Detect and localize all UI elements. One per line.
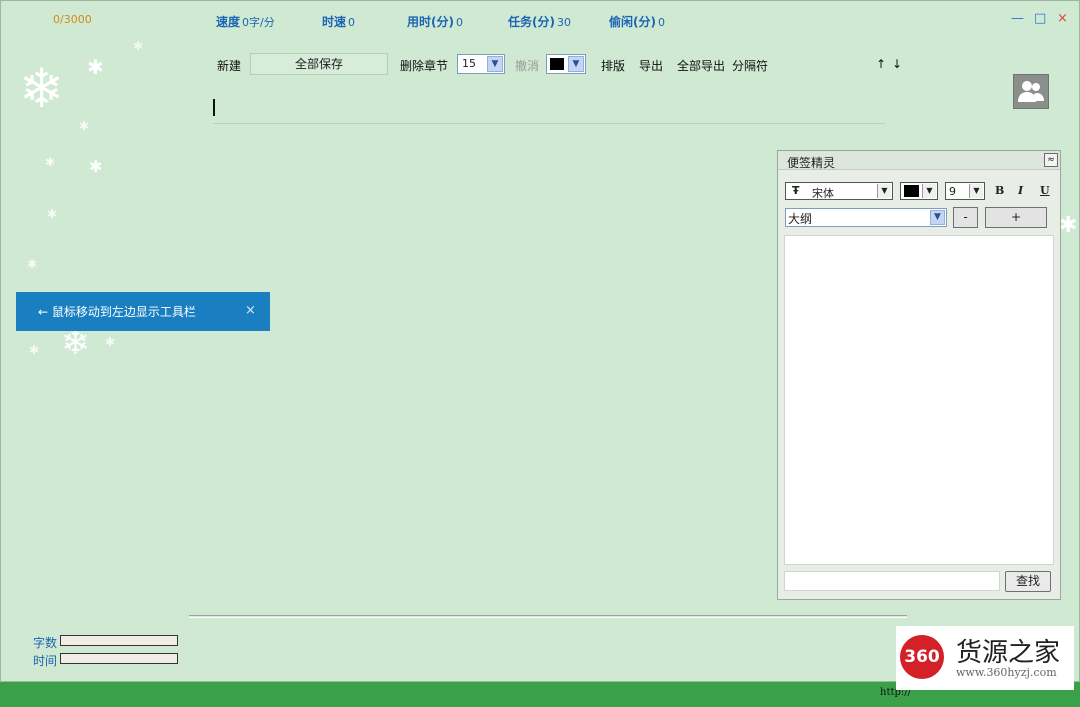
hint-text: ← 鼠标移动到左边显示工具栏 xyxy=(38,305,196,319)
speed-value: 0字/分 xyxy=(242,16,275,29)
notes-search-input[interactable] xyxy=(784,571,1000,591)
font-size-select[interactable]: 9 ▼ xyxy=(945,182,985,200)
watermark-url: www.360hyzj.com xyxy=(956,666,1057,679)
separator-button[interactable]: 分隔符 xyxy=(732,57,768,74)
snowflake-icon: ✱ xyxy=(27,257,38,271)
font-size-value: 9 xyxy=(949,185,956,198)
toolbar-hint-banner: ← 鼠标移动到左边显示工具栏 × xyxy=(16,292,270,331)
snowflake-icon: ✱ xyxy=(1059,213,1078,238)
speed-stat: 速度 0字/分 xyxy=(216,13,275,30)
export-button[interactable]: 导出 xyxy=(639,57,663,74)
new-button[interactable]: 新建 xyxy=(217,57,241,74)
text-caret xyxy=(213,99,215,116)
notes-panel: 便签精灵 ≈ Ŧ 宋体 ▼ ▼ 9 ▼ B I U 大纲 ▼ - + 查找 xyxy=(777,150,1061,600)
stats-bar: 0/3000 速度 0字/分 时速 0 用时(分) 0 任务(分) 30 偷闲(分) 0 … xyxy=(1,1,1080,41)
snowflake-icon: ✱ xyxy=(87,55,104,79)
snowflake-icon: ✱ xyxy=(29,343,40,357)
snowflake-icon: ✱ xyxy=(47,207,58,221)
idle-value: 0 xyxy=(657,16,665,29)
time-label: 时间 xyxy=(33,654,58,668)
chevron-down-icon: ▼ xyxy=(969,184,983,198)
bold-button[interactable]: B xyxy=(995,184,1004,197)
font-family-value: 宋体 xyxy=(812,187,834,200)
time-used-stat: 用时(分) 0 xyxy=(407,13,463,30)
word-count-progress-bar xyxy=(60,635,178,646)
hint-close-button[interactable]: × xyxy=(245,303,256,318)
snowflake-icon: ✱ xyxy=(45,155,56,169)
italic-button[interactable]: I xyxy=(1018,184,1023,197)
chapter-select[interactable]: 15 ▼ xyxy=(457,54,505,74)
word-count-progress: 0/3000 xyxy=(53,13,92,26)
font-family-select[interactable]: Ŧ 宋体 ▼ xyxy=(785,182,893,200)
notes-textarea[interactable] xyxy=(784,235,1054,565)
editor-bottom-divider xyxy=(189,615,907,618)
collapse-button[interactable]: ≈ xyxy=(1044,153,1058,167)
outline-select-value: 大纲 xyxy=(788,212,813,226)
chevron-down-icon: ▼ xyxy=(487,56,503,72)
word-count-label: 字数 xyxy=(33,636,58,650)
chevron-down-icon: ▼ xyxy=(930,210,945,225)
maximize-button[interactable]: □ xyxy=(1034,11,1046,26)
snowflake-icon: ❄ xyxy=(19,57,65,120)
export-all-button[interactable]: 全部导出 xyxy=(677,57,725,74)
snowflake-icon: ✱ xyxy=(105,335,116,349)
save-all-button[interactable]: 全部保存 xyxy=(250,53,388,75)
task-label: 任务(分) xyxy=(508,15,555,29)
move-up-button[interactable]: ↑ xyxy=(876,57,886,71)
editor-title-divider xyxy=(213,123,885,124)
users-icon[interactable] xyxy=(1013,74,1049,109)
notes-title-bar: 便签精灵 ≈ xyxy=(778,151,1060,170)
remove-note-button[interactable]: - xyxy=(953,207,978,228)
font-color-select[interactable]: ▼ xyxy=(900,182,938,200)
task-stat: 任务(分) 30 xyxy=(508,13,571,30)
underline-button[interactable]: U xyxy=(1040,184,1050,197)
text-color-select[interactable]: ▼ xyxy=(546,54,586,74)
undo-button[interactable]: 撤消 xyxy=(515,57,539,74)
snowflake-icon: ✱ xyxy=(79,119,90,133)
watermark: 360 货源之家 www.360hyzj.com xyxy=(896,626,1074,690)
chevron-down-icon: ▼ xyxy=(568,56,584,72)
outline-select[interactable]: 大纲 ▼ xyxy=(785,208,947,227)
time-used-value: 0 xyxy=(455,16,463,29)
add-note-button[interactable]: + xyxy=(985,207,1047,228)
color-swatch xyxy=(904,185,919,197)
hour-speed-value: 0 xyxy=(348,16,356,29)
hour-speed-label: 时速 xyxy=(322,15,347,29)
idle-label: 偷闲(分) xyxy=(609,15,656,29)
minimize-button[interactable]: — xyxy=(1011,11,1024,26)
notes-title: 便签精灵 xyxy=(787,156,836,170)
task-value: 30 xyxy=(556,16,571,29)
close-button[interactable]: × xyxy=(1057,11,1068,26)
time-progress-bar xyxy=(60,653,178,664)
idle-stat: 偷闲(分) 0 xyxy=(609,13,665,30)
layout-button[interactable]: 排版 xyxy=(601,57,625,74)
move-down-button[interactable]: ↓ xyxy=(892,57,902,71)
snowflake-icon: ✱ xyxy=(89,157,103,176)
snowflake-icon: ✱ xyxy=(133,39,144,53)
chapter-select-value: 15 xyxy=(462,57,476,70)
time-used-label: 用时(分) xyxy=(407,15,454,29)
hour-speed-stat: 时速 0 xyxy=(322,13,355,30)
editor-window: ❄ ✱ ✱ ✱ ✱ ✱ ✱ ✱ ❄ ✱ ✱ ✱ 0/3000 速度 0字/分 时速… xyxy=(0,0,1080,682)
chevron-down-icon: ▼ xyxy=(922,184,936,198)
watermark-name: 货源之家 xyxy=(956,638,1061,668)
speed-label: 速度 xyxy=(216,15,241,29)
delete-chapter-button[interactable]: 删除章节 xyxy=(400,57,448,74)
font-icon: Ŧ xyxy=(792,184,800,197)
search-button[interactable]: 查找 xyxy=(1005,571,1051,592)
chevron-down-icon: ▼ xyxy=(877,184,891,198)
watermark-logo: 360 xyxy=(900,635,944,679)
color-swatch xyxy=(550,58,564,70)
